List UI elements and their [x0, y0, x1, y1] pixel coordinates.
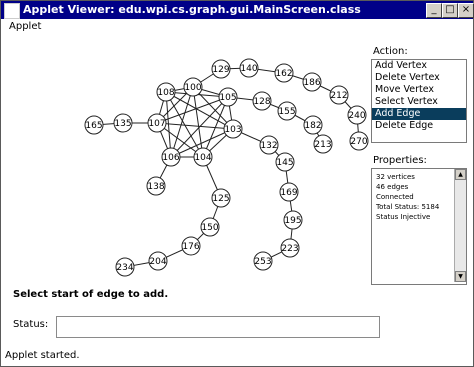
vertex-label: 150 — [201, 223, 218, 233]
minimize-button[interactable]: _ — [426, 3, 442, 18]
vertex-label: 176 — [182, 242, 199, 252]
action-add-edge[interactable]: Add Edge — [372, 108, 466, 120]
vertex-label: 212 — [330, 91, 347, 101]
action-add-vertex[interactable]: Add Vertex — [372, 60, 466, 72]
vertex-label: 128 — [253, 97, 270, 107]
action-move-vertex[interactable]: Move Vertex — [372, 84, 466, 96]
vertex-label: 103 — [224, 125, 241, 135]
title-bar: Applet Viewer: edu.wpi.cs.graph.gui.Main… — [1, 1, 474, 19]
action-list[interactable]: Add Vertex Delete Vertex Move Vertex Sel… — [371, 59, 467, 143]
vertex-label: 125 — [212, 194, 229, 204]
vertex-label: 223 — [281, 244, 298, 254]
menu-bar: Applet — [1, 19, 473, 35]
vertex-label: 169 — [280, 188, 297, 198]
vertex-label: 145 — [276, 158, 293, 168]
property-line: Status Injective — [376, 213, 431, 221]
scroll-down-icon[interactable]: ▼ — [455, 271, 466, 282]
vertex-label: 138 — [147, 182, 164, 192]
action-delete-vertex[interactable]: Delete Vertex — [372, 72, 466, 84]
vertex-label: 105 — [219, 93, 236, 103]
maximize-button[interactable]: □ — [442, 3, 458, 18]
vertex-label: 240 — [348, 111, 365, 121]
vertex-label: 129 — [212, 65, 229, 75]
properties-text: 32 vertices 46 edges Connected Total Sta… — [376, 172, 448, 222]
property-line: 46 edges — [376, 183, 409, 191]
scroll-up-icon[interactable]: ▲ — [455, 169, 466, 180]
properties-scrollbar[interactable]: ▲ ▼ — [454, 169, 466, 282]
vertex-label: 100 — [184, 83, 201, 93]
status-label: Status: — [13, 319, 49, 330]
vertex-label: 182 — [304, 121, 321, 131]
property-line: Total Status: 5184 — [376, 203, 440, 211]
status-field[interactable] — [56, 316, 380, 338]
graph-vertices[interactable]: 108 100 107 106 104 105 103 135 165 138 … — [84, 58, 369, 277]
vertex-label: 270 — [350, 137, 367, 147]
vertex-label: 107 — [148, 119, 165, 129]
properties-label: Properties: — [373, 155, 427, 166]
vertex-label: 104 — [194, 153, 211, 163]
vertex-label: 234 — [116, 263, 133, 273]
close-button[interactable]: × — [458, 3, 474, 18]
vertex-label: 165 — [85, 121, 102, 131]
vertex-label: 108 — [157, 88, 174, 98]
vertex-label: 186 — [303, 78, 320, 88]
vertex-label: 106 — [162, 153, 179, 163]
vertex-label: 135 — [114, 119, 131, 129]
vertex-label: 140 — [240, 64, 257, 74]
action-select-vertex[interactable]: Select Vertex — [372, 96, 466, 108]
java-applet-icon — [4, 3, 20, 19]
vertex-label: 204 — [149, 257, 166, 267]
vertex-label: 162 — [275, 69, 292, 79]
applet-window: Applet Viewer: edu.wpi.cs.graph.gui.Main… — [0, 0, 474, 367]
vertex-label: 132 — [260, 141, 277, 151]
vertex-label: 253 — [254, 257, 271, 267]
window-title: Applet Viewer: edu.wpi.cs.graph.gui.Main… — [23, 3, 361, 16]
applet-status-text: Applet started. — [5, 350, 80, 361]
property-line: 32 vertices — [376, 173, 415, 181]
vertex-label: 213 — [314, 140, 331, 150]
property-line: Connected — [376, 193, 414, 201]
vertex-label: 195 — [284, 216, 301, 226]
action-delete-edge[interactable]: Delete Edge — [372, 120, 466, 132]
menu-applet[interactable]: Applet — [9, 21, 41, 32]
properties-panel: 32 vertices 46 edges Connected Total Sta… — [371, 168, 467, 285]
instruction-prompt: Select start of edge to add. — [13, 289, 169, 300]
action-label: Action: — [373, 46, 408, 57]
vertex-label: 155 — [278, 107, 295, 117]
graph-canvas[interactable]: 108 100 107 106 104 105 103 135 165 138 … — [71, 46, 371, 286]
